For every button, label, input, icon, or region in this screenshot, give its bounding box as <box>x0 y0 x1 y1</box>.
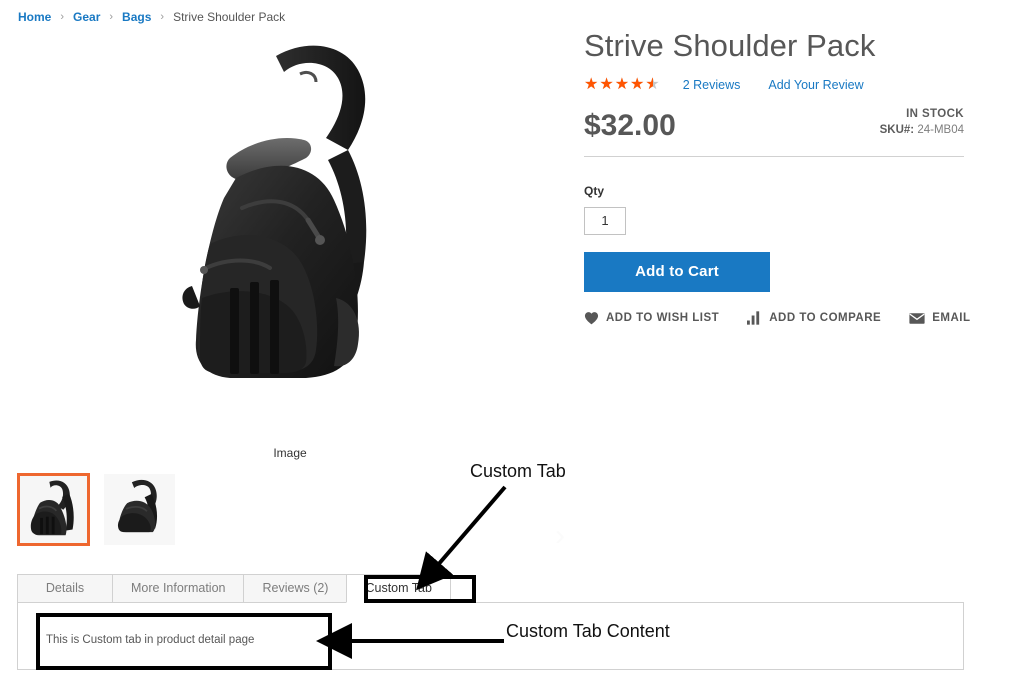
add-to-cart-button[interactable]: Add to Cart <box>584 251 770 292</box>
tab-more-information[interactable]: More Information <box>112 574 244 603</box>
breadcrumb-item-gear[interactable]: Gear <box>73 10 100 24</box>
main-product-image[interactable] <box>14 30 562 445</box>
image-caption-label: Image <box>273 446 307 460</box>
tab-custom-tab[interactable]: Custom Tab <box>346 574 451 603</box>
breadcrumb-item-current: Strive Shoulder Pack <box>173 10 286 24</box>
sku-line: SKU#: 24-MB04 <box>880 124 964 136</box>
divider <box>584 155 964 157</box>
heart-icon <box>584 311 599 325</box>
reviews-count-link[interactable]: 2 Reviews <box>683 78 741 92</box>
tab-details[interactable]: Details <box>17 574 112 603</box>
breadcrumb: Home › Gear › Bags › Strive Shoulder Pac… <box>18 10 285 24</box>
add-to-compare-label: ADD TO COMPARE <box>769 312 882 324</box>
product-info: Strive Shoulder Pack ★★★★★ ★★★★★ 2 Revie… <box>584 28 964 292</box>
product-price: $32.00 <box>584 108 676 142</box>
rating-stars[interactable]: ★★★★★ ★★★★★ <box>584 76 661 94</box>
add-to-compare-link[interactable]: ADD TO COMPARE <box>747 311 881 325</box>
page-title: Strive Shoulder Pack <box>584 28 876 63</box>
sku-value: 24-MB04 <box>917 123 964 136</box>
tab-panel-custom-tab: This is Custom tab in product detail pag… <box>17 602 964 670</box>
custom-tab-arrow <box>416 485 507 591</box>
breadcrumb-separator-icon: › <box>109 11 114 23</box>
thumbnail-list <box>17 473 176 546</box>
qty-label: Qty <box>584 183 605 198</box>
add-your-review-link[interactable]: Add Your Review <box>768 78 863 92</box>
breadcrumb-separator-icon: › <box>60 11 65 23</box>
breadcrumb-separator-icon: › <box>160 11 165 23</box>
quantity-input[interactable] <box>584 206 626 235</box>
product-social-links: ADD TO WISH LIST ADD TO COMPARE EMAIL <box>584 311 998 325</box>
backpack-thumb-icon <box>30 480 74 536</box>
tab-reviews[interactable]: Reviews (2) <box>243 574 347 603</box>
rating-summary: ★★★★★ ★★★★★ 2 Reviews Add Your Review <box>584 76 964 94</box>
product-media-gallery: › <box>14 30 565 552</box>
add-to-wishlist-label: ADD TO WISH LIST <box>606 312 720 324</box>
custom-tab-content-annotation-label: Custom Tab Content <box>506 621 670 641</box>
price-and-stock: $32.00 IN STOCK SKU#: 24-MB04 <box>584 106 964 150</box>
backpack-illustration <box>182 45 367 378</box>
envelope-icon <box>909 312 925 325</box>
thumbnail-2[interactable] <box>103 473 176 546</box>
backpack-thumb-icon <box>117 479 157 533</box>
tab-panel-text: This is Custom tab in product detail pag… <box>46 634 255 646</box>
tab-list: Details More Information Reviews (2) Cus… <box>17 574 964 603</box>
product-tabs: Details More Information Reviews (2) Cus… <box>17 574 964 670</box>
custom-tab-annotation-label: Custom Tab <box>470 461 566 481</box>
add-to-wishlist-link[interactable]: ADD TO WISH LIST <box>584 311 719 325</box>
bar-chart-icon <box>747 311 762 325</box>
breadcrumb-item-home[interactable]: Home <box>18 10 51 24</box>
breadcrumb-item-bags[interactable]: Bags <box>122 10 151 24</box>
product-detail-page: Home › Gear › Bags › Strive Shoulder Pac… <box>0 0 1024 693</box>
thumbnail-1[interactable] <box>17 473 90 546</box>
rating-stars-filled: ★★★★★ <box>584 75 654 93</box>
email-link[interactable]: EMAIL <box>909 312 970 325</box>
status-badge: IN STOCK <box>906 107 964 120</box>
stock-info: IN STOCK SKU#: 24-MB04 <box>880 108 964 136</box>
gallery-next-arrow-icon[interactable]: › <box>547 518 573 554</box>
sku-label: SKU#: <box>879 123 915 136</box>
email-label: EMAIL <box>932 312 971 324</box>
